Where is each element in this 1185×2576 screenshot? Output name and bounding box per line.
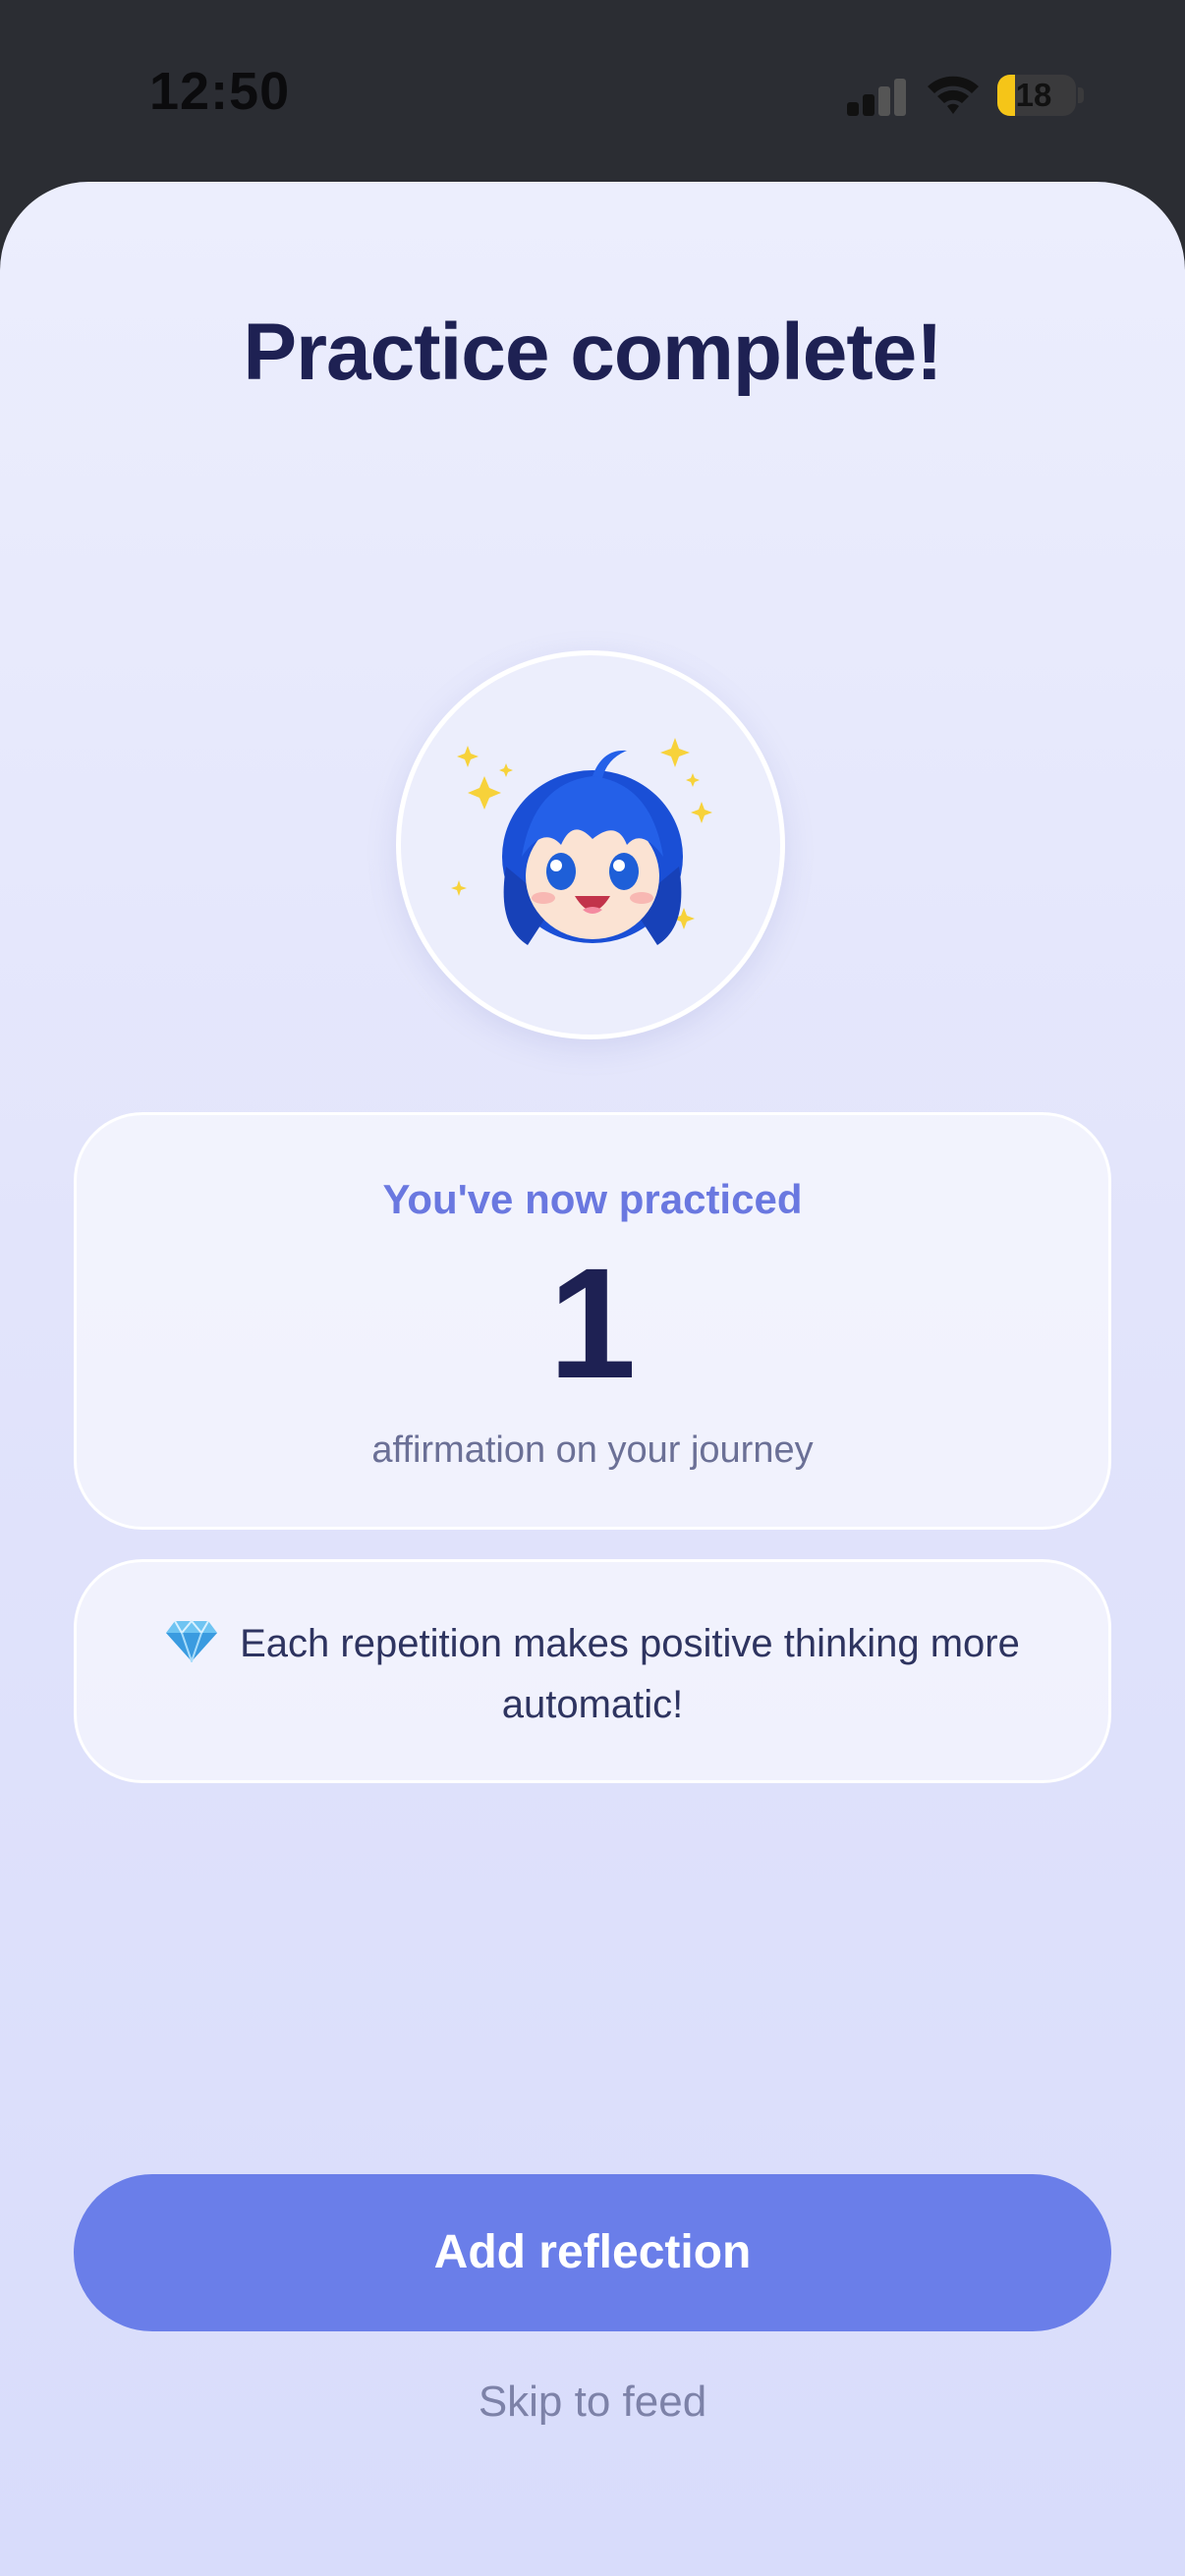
- page-title: Practice complete!: [243, 308, 942, 397]
- tip-content: Each repetition makes positive thinking …: [136, 1613, 1049, 1735]
- battery-icon: 18: [997, 75, 1076, 116]
- status-time: 12:50: [149, 62, 291, 121]
- gem-icon: [166, 1619, 218, 1662]
- progress-subtitle: affirmation on your journey: [371, 1429, 814, 1471]
- skip-to-feed-link[interactable]: Skip to feed: [0, 2378, 1185, 2427]
- battery-level: 18: [1015, 77, 1052, 113]
- practice-count: 1: [548, 1235, 637, 1411]
- happy-character-icon: [451, 738, 712, 945]
- cellular-signal-icon: [847, 77, 908, 116]
- progress-label: You've now practiced: [382, 1176, 803, 1222]
- battery-tip: [1078, 87, 1084, 103]
- wifi-icon: [928, 76, 979, 114]
- progress-card: You've now practiced 1 affirmation on yo…: [74, 1112, 1111, 1530]
- tip-card: Each repetition makes positive thinking …: [74, 1559, 1111, 1783]
- tip-text: Each repetition makes positive thinking …: [240, 1622, 1020, 1726]
- status-bar: 12:50 18: [0, 0, 1185, 182]
- add-reflection-button[interactable]: Add reflection: [74, 2174, 1111, 2331]
